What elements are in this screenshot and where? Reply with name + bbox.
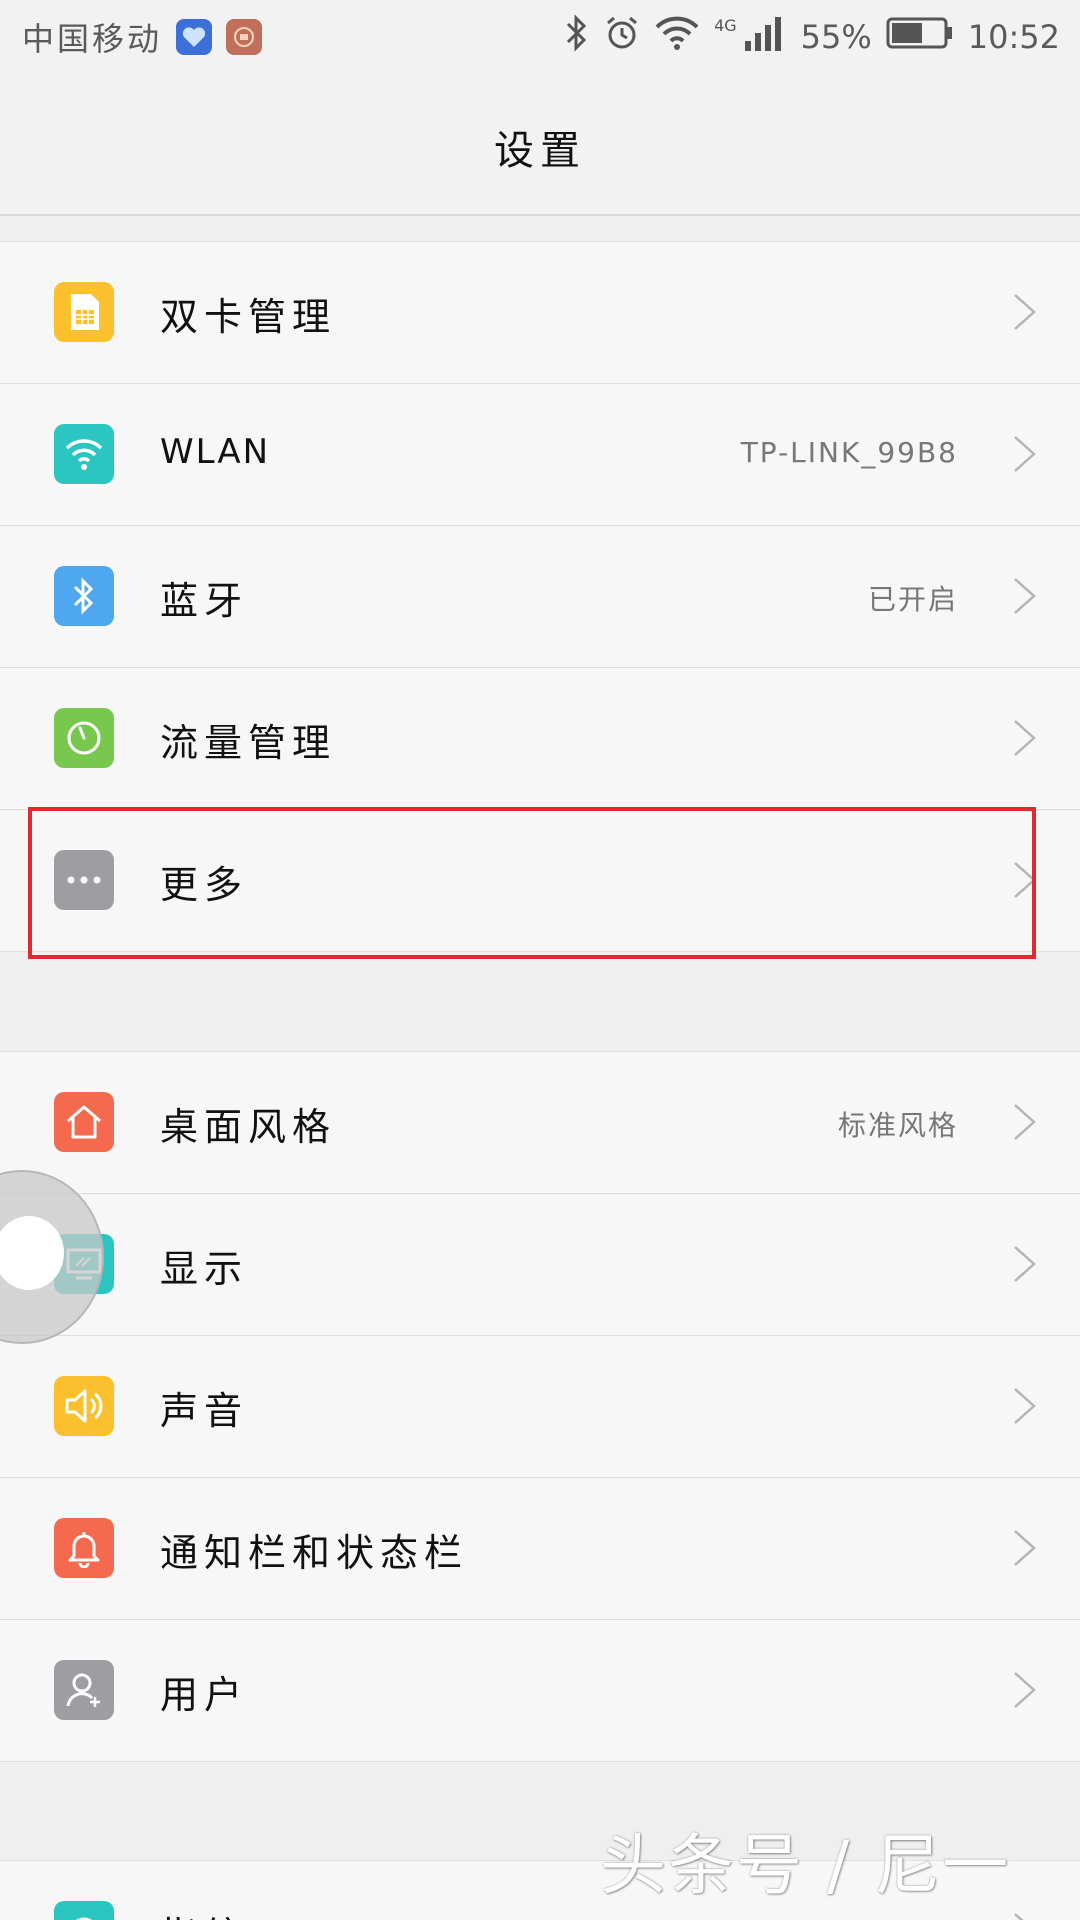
chevron-right-icon [1014,294,1036,330]
status-time: 10:52 [967,18,1060,56]
user-icon [54,1660,114,1720]
speaker-icon [54,1376,114,1436]
chevron-right-icon [1014,1104,1036,1140]
watermark-text: 头条号 / 尼一 [600,1827,1011,1904]
bluetooth-status-icon [564,14,590,60]
settings-item-home-style[interactable]: 桌面风格 标准风格 [0,1052,1080,1194]
settings-item-data-usage[interactable]: 流量管理 [0,668,1080,810]
floating-button-core [0,1216,64,1290]
wifi-status-icon [654,15,700,59]
sim-card-icon [54,282,114,342]
data-usage-icon [54,708,114,768]
settings-item-display[interactable]: 显示 [0,1194,1080,1336]
settings-item-label: 更多 [160,863,249,907]
settings-item-value: TP-LINK_99B8 [740,436,958,469]
settings-item-label: 双卡管理 [160,295,337,339]
health-app-icon [176,19,213,55]
settings-item-dual-sim[interactable]: 双卡管理 [0,242,1080,384]
settings-item-notifications[interactable]: 通知栏和状态栏 [0,1478,1080,1620]
chevron-right-icon [1014,578,1036,614]
status-bar: 中国移动 4G 55% 10:52 [0,0,1080,74]
chevron-right-icon [1014,1913,1024,1920]
battery-icon [886,16,954,58]
settings-item-label: 用户 [160,1673,249,1717]
wifi-icon [54,424,114,484]
alarm-icon [604,15,640,59]
network-type-label: 4G [714,15,737,35]
settings-item-label: WLAN [160,432,271,472]
settings-group-personalization: 桌面风格 标准风格 显示 声音 通知栏和状态栏 用户 [0,1051,1080,1762]
chevron-right-icon [1014,720,1036,756]
notification-app-icon [226,19,263,55]
bell-icon [54,1518,114,1578]
settings-item-label: 显示 [160,1247,249,1291]
battery-percentage: 55% [800,18,872,56]
chevron-right-icon [1014,862,1036,898]
settings-item-bluetooth[interactable]: 蓝牙 已开启 [0,526,1080,668]
settings-item-label: 通知栏和状态栏 [160,1531,469,1575]
chevron-right-icon [1014,1530,1036,1566]
settings-item-label: 桌面风格 [160,1105,337,1149]
settings-item-label: 指纹 [160,1905,248,1920]
settings-item-sound[interactable]: 声音 [0,1336,1080,1478]
signal-icon [743,13,787,61]
bluetooth-icon [54,566,114,626]
settings-item-users[interactable]: 用户 [0,1620,1080,1761]
settings-item-value: 已开启 [867,583,958,616]
page-header: 设置 [0,74,1080,216]
settings-item-value: 标准风格 [837,1109,958,1142]
chevron-right-icon [1014,436,1036,472]
settings-item-more[interactable]: 更多 [0,810,1080,951]
fingerprint-icon [54,1901,114,1920]
more-icon [54,850,114,910]
chevron-right-icon [1014,1388,1036,1424]
settings-group-connectivity: 双卡管理 WLAN TP-LINK_99B8 蓝牙 已开启 流量管理 更多 [0,241,1080,952]
settings-item-label: 声音 [160,1389,249,1433]
settings-item-label: 蓝牙 [160,579,249,623]
chevron-right-icon [1014,1672,1036,1708]
settings-item-label: 流量管理 [160,721,337,765]
home-icon [54,1092,114,1152]
settings-screen: 中国移动 4G 55% 10:52 设置 双卡管理 WLAN TP-LINK_9… [0,0,1080,1920]
chevron-right-icon [1014,1246,1036,1282]
page-title: 设置 [494,128,586,174]
carrier-name: 中国移动 [22,20,163,58]
settings-item-wlan[interactable]: WLAN TP-LINK_99B8 [0,384,1080,526]
